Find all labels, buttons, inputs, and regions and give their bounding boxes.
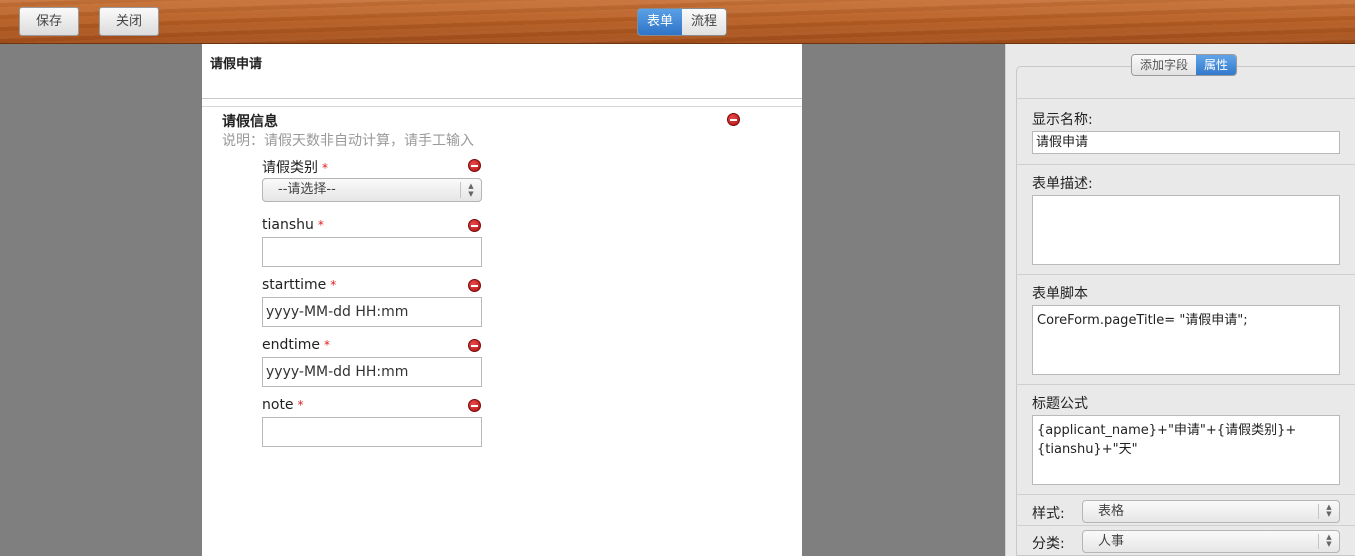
required-mark: *	[297, 398, 304, 412]
form-description-textarea[interactable]	[1032, 195, 1340, 265]
divider	[1016, 525, 1355, 526]
title-formula-textarea[interactable]: {applicant_name}+"申请"+{请假类别}+ {tianshu}+…	[1032, 415, 1340, 485]
divider	[1016, 274, 1355, 275]
note-input[interactable]	[262, 417, 482, 447]
delete-section-icon[interactable]	[727, 113, 740, 126]
tianshu-input[interactable]	[262, 237, 482, 267]
form-title[interactable]: 请假申请	[210, 53, 262, 72]
form-script-textarea[interactable]: CoreForm.pageTitle= "请假申请";	[1032, 305, 1340, 375]
delete-field-icon[interactable]	[468, 339, 481, 352]
select-arrows-icon: ▲ ▼	[1318, 534, 1339, 549]
delete-field-icon[interactable]	[468, 219, 481, 232]
tab-properties[interactable]: 属性	[1196, 55, 1237, 75]
select-arrows-icon: ▲ ▼	[460, 182, 481, 198]
category-label: 分类:	[1032, 536, 1065, 552]
divider	[1016, 494, 1355, 495]
field-label-endtime: endtime *	[262, 337, 331, 353]
properties-panel: 添加字段 属性 显示名称: 请假申请 表单描述: 表单脚本 CoreForm.p…	[1005, 44, 1355, 556]
tab-add-field[interactable]: 添加字段	[1132, 55, 1197, 75]
tab-form[interactable]: 表单	[638, 9, 682, 35]
starttime-input[interactable]: yyyy-MM-dd HH:mm	[262, 297, 482, 327]
field-label-note: note *	[262, 397, 304, 413]
title-formula-label: 标题公式	[1032, 396, 1088, 412]
field-label-leave-type: 请假类别 *	[262, 160, 328, 176]
section-title[interactable]: 请假信息	[222, 111, 278, 131]
divider	[202, 106, 802, 107]
close-button[interactable]: 关闭	[99, 7, 159, 36]
view-switch: 表单 流程	[637, 8, 727, 36]
style-label: 样式:	[1032, 506, 1065, 522]
tab-flow[interactable]: 流程	[682, 9, 726, 35]
delete-field-icon[interactable]	[468, 159, 481, 172]
save-button[interactable]: 保存	[19, 7, 79, 36]
display-name-label: 显示名称:	[1032, 112, 1093, 128]
panel-tabs: 添加字段 属性	[1131, 54, 1238, 76]
form-description-label: 表单描述:	[1032, 176, 1093, 192]
divider	[202, 98, 802, 99]
form-script-label: 表单脚本	[1032, 286, 1088, 302]
field-label-starttime: starttime *	[262, 277, 337, 293]
divider	[1016, 384, 1355, 385]
field-label-tianshu: tianshu *	[262, 217, 324, 233]
category-select[interactable]: 人事 ▲ ▼	[1082, 530, 1340, 553]
section-description: 说明：请假天数非自动计算，请手工输入	[222, 133, 474, 149]
delete-field-icon[interactable]	[468, 279, 481, 292]
select-arrows-icon: ▲ ▼	[1318, 504, 1339, 519]
toolbar: 保存 关闭 表单 流程	[0, 0, 1355, 44]
required-mark: *	[330, 278, 337, 292]
required-mark: *	[322, 161, 328, 175]
required-mark: *	[317, 218, 324, 232]
style-select[interactable]: 表格 ▲ ▼	[1082, 500, 1340, 523]
form-canvas: 请假申请 请假信息 说明：请假天数非自动计算，请手工输入 请假类别 * --请选择…	[202, 44, 802, 556]
divider	[1016, 98, 1355, 99]
required-mark: *	[324, 338, 331, 352]
delete-field-icon[interactable]	[468, 399, 481, 412]
display-name-input[interactable]: 请假申请	[1032, 131, 1340, 154]
endtime-input[interactable]: yyyy-MM-dd HH:mm	[262, 357, 482, 387]
divider	[1016, 164, 1355, 165]
leave-type-select[interactable]: --请选择-- ▲ ▼	[262, 178, 482, 202]
